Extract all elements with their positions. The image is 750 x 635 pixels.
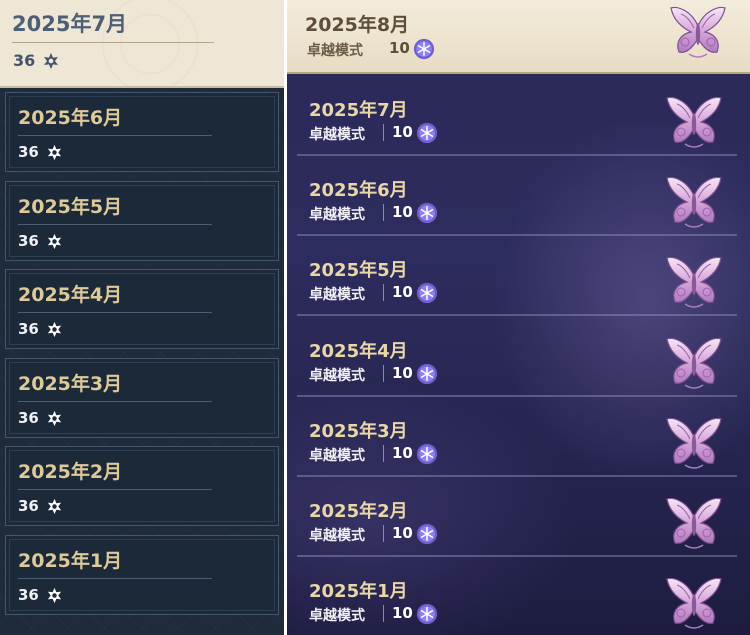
- snowflake-medal-icon: [416, 603, 438, 625]
- month-title: 2025年1月: [18, 549, 123, 572]
- right-month-row[interactable]: 2025年7月卓越模式 10: [297, 82, 737, 162]
- medal-count: 10: [392, 123, 413, 141]
- medal-count: 10: [392, 363, 413, 382]
- separator: [383, 364, 384, 382]
- mode-label: 卓越模式: [309, 367, 365, 384]
- snowflake-medal-icon: [416, 443, 438, 465]
- left-month-card[interactable]: 2025年3月 36: [5, 357, 279, 438]
- mode-label: 卓越模式: [307, 43, 363, 59]
- divider: [18, 135, 212, 136]
- six-point-star-icon: [47, 587, 62, 603]
- six-point-star-icon: [47, 410, 62, 426]
- separator: [383, 605, 384, 623]
- month-title: 2025年4月: [309, 340, 408, 362]
- medal-count: 10: [392, 604, 413, 623]
- separator: [383, 525, 384, 542]
- star-count: 36: [18, 143, 39, 161]
- separator: [383, 444, 384, 462]
- star-count: 36: [18, 231, 39, 250]
- right-month-row[interactable]: 2025年2月卓越模式 10: [297, 483, 737, 563]
- six-point-star-icon: [47, 144, 62, 161]
- divider: [18, 312, 212, 313]
- medal-count: 10: [392, 283, 413, 302]
- star-count: 36: [13, 51, 36, 70]
- left-month-card[interactable]: 2025年6月 36: [5, 92, 279, 172]
- mode-label: 卓越模式: [309, 447, 365, 464]
- divider: [18, 577, 212, 579]
- star-count: 36: [18, 408, 39, 427]
- medal-count: 10: [389, 39, 410, 57]
- left-month-card[interactable]: 2025年2月 36: [5, 446, 279, 526]
- row-divider: [297, 474, 737, 477]
- divider: [12, 42, 214, 43]
- row-divider: [297, 234, 737, 237]
- left-selected-month[interactable]: 2025年7月 36: [0, 0, 284, 88]
- mode-label: 卓越模式: [309, 608, 365, 625]
- left-month-card[interactable]: 2025年4月 36: [5, 269, 279, 349]
- row-divider: [297, 154, 737, 156]
- right-selected-month[interactable]: 2025年8月 卓越模式 10: [287, 0, 750, 74]
- snowflake-medal-icon: [416, 523, 438, 545]
- right-month-row[interactable]: 2025年4月卓越模式 10: [297, 323, 737, 403]
- month-title: 2025年3月: [309, 420, 408, 442]
- mode-label: 卓越模式: [309, 287, 365, 304]
- month-title: 2025年2月: [309, 501, 408, 522]
- separator: [383, 284, 384, 302]
- mode-label: 卓越模式: [309, 127, 365, 143]
- snowflake-medal-icon: [416, 122, 438, 144]
- star-count: 36: [18, 497, 39, 515]
- butterfly-emblem-icon: [663, 254, 725, 312]
- month-title: 2025年7月: [309, 100, 408, 121]
- divider: [18, 489, 212, 490]
- row-divider: [297, 314, 737, 317]
- left-month-card[interactable]: 2025年1月 36: [5, 534, 279, 615]
- month-title: 2025年6月: [18, 107, 123, 129]
- right-panel: 2025年8月 卓越模式 10 2025年7月 卓越模式 10 2025年6月 …: [287, 0, 750, 635]
- month-title: 2025年8月: [305, 14, 410, 36]
- six-point-star-icon: [47, 321, 62, 338]
- month-title: 2025年5月: [309, 260, 408, 282]
- medal-count: 10: [392, 443, 413, 462]
- butterfly-emblem-icon: [663, 94, 725, 152]
- divider: [18, 223, 212, 225]
- row-divider: [297, 555, 737, 557]
- snowflake-medal-icon: [416, 363, 438, 385]
- star-count: 36: [18, 320, 39, 338]
- separator: [383, 204, 384, 222]
- star-count: 36: [18, 585, 39, 604]
- month-title: 2025年4月: [18, 284, 123, 306]
- right-month-row[interactable]: 2025年3月卓越模式 10: [297, 403, 737, 483]
- right-month-row[interactable]: 2025年6月卓越模式 10: [297, 162, 737, 242]
- month-title: 2025年7月: [12, 12, 128, 36]
- snowflake-medal-icon: [416, 202, 438, 224]
- divider: [18, 400, 212, 402]
- right-month-row[interactable]: 2025年5月卓越模式 10: [297, 242, 737, 322]
- six-point-star-icon: [47, 498, 62, 515]
- month-title: 2025年6月: [309, 180, 408, 202]
- left-month-card[interactable]: 2025年5月 36: [5, 180, 279, 261]
- butterfly-emblem-icon: [667, 4, 729, 62]
- mode-label: 卓越模式: [309, 207, 365, 224]
- six-point-star-icon: [43, 52, 59, 70]
- medal-count: 10: [392, 524, 413, 542]
- medal-count: 10: [392, 203, 413, 222]
- row-divider: [297, 394, 737, 397]
- snowflake-medal-icon: [416, 282, 438, 304]
- month-title: 2025年2月: [18, 461, 123, 483]
- butterfly-emblem-icon: [663, 335, 725, 393]
- butterfly-emblem-icon: [663, 575, 725, 633]
- month-title: 2025年1月: [309, 581, 408, 603]
- six-point-star-icon: [47, 233, 62, 249]
- month-title: 2025年5月: [18, 195, 123, 218]
- butterfly-emblem-icon: [663, 495, 725, 553]
- month-title: 2025年3月: [18, 372, 123, 395]
- mode-label: 卓越模式: [309, 528, 365, 544]
- snowflake-medal-icon: [413, 38, 435, 60]
- butterfly-emblem-icon: [663, 174, 725, 232]
- butterfly-emblem-icon: [663, 415, 725, 473]
- separator: [383, 124, 384, 141]
- right-month-row[interactable]: 2025年1月卓越模式 10: [297, 563, 737, 635]
- left-panel: 2025年7月 36 2025年6月 36 2025年5月 36 2025年4月 36 20…: [0, 0, 284, 635]
